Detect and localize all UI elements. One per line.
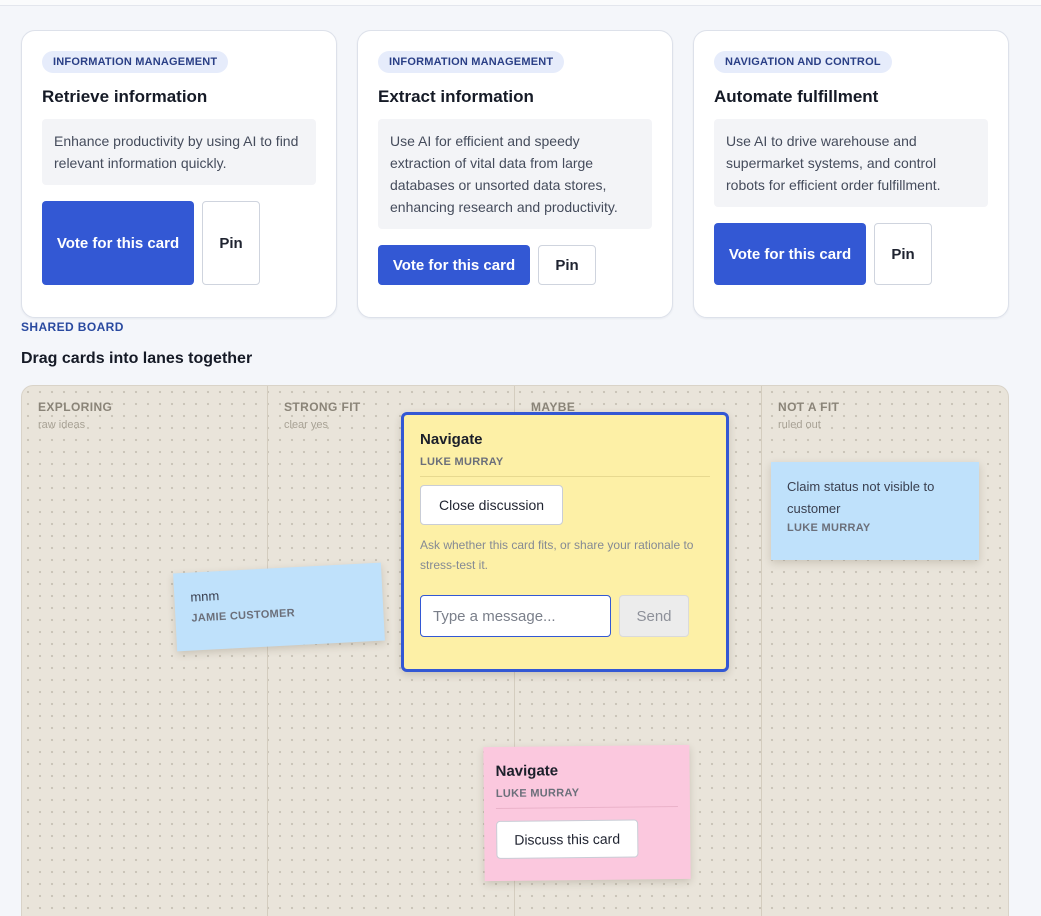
sticky-note-claim-status[interactable]: Claim status not visible to customer LUK… [771,462,979,560]
card-title: Extract information [378,87,534,106]
idea-card: NAVIGATION AND CONTROL Automate fulfillm… [693,30,1009,318]
top-strip [0,0,1041,6]
card-description: Enhance productivity by using AI to find… [42,119,316,185]
sticky-note-navigate[interactable]: Navigate LUKE MURRAY Discuss this card [483,744,691,882]
card-actions: Vote for this card Pin [378,245,652,285]
sticky-author: LUKE MURRAY [495,786,678,809]
lane-subtitle: ruled out [778,419,821,431]
sticky-author: LUKE MURRAY [420,456,710,477]
pin-button[interactable]: Pin [538,245,596,285]
vote-button[interactable]: Vote for this card [714,223,866,285]
close-discussion-button[interactable]: Close discussion [420,485,564,525]
sticky-author: LUKE MURRAY [787,522,871,534]
message-row: Send [420,595,710,637]
category-tag: NAVIGATION AND CONTROL [714,51,892,73]
send-button[interactable]: Send [619,595,689,637]
sticky-title: Navigate [495,762,559,780]
category-tag: INFORMATION MANAGEMENT [42,51,229,73]
sticky-note-mnm[interactable]: mnm JAMIE CUSTOMER [173,562,385,652]
sticky-title: Navigate [420,431,483,448]
card-description: Use AI to drive warehouse and supermarke… [714,119,988,207]
card-title: Retrieve information [42,87,208,106]
lane-name: NOT A FIT [778,400,840,414]
category-tag: INFORMATION MANAGEMENT [378,51,565,73]
card-title: Automate fulfillment [714,87,879,106]
vote-button[interactable]: Vote for this card [42,201,194,285]
idea-cards-row: INFORMATION MANAGEMENT Retrieve informat… [21,30,1011,320]
discuss-card-button[interactable]: Discuss this card [496,819,639,859]
board-eyebrow: SHARED BOARD [21,320,124,334]
idea-card: INFORMATION MANAGEMENT Retrieve informat… [21,30,337,318]
board-title: Drag cards into lanes together [21,350,253,367]
card-description: Use AI for efficient and speedy extracti… [378,119,652,229]
pin-button[interactable]: Pin [202,201,260,285]
idea-card: INFORMATION MANAGEMENT Extract informati… [357,30,673,318]
lane-subtitle: raw ideas [38,419,86,431]
vote-button[interactable]: Vote for this card [378,245,530,285]
card-actions: Vote for this card Pin [42,201,316,285]
message-input[interactable] [420,595,611,637]
pin-button[interactable]: Pin [874,223,932,285]
lane-exploring[interactable]: EXPLORING raw ideas [22,386,268,916]
lane-name: EXPLORING [38,400,113,414]
sticky-text: Claim status not visible to customer [787,479,935,516]
sticky-note-navigate-open[interactable]: Navigate LUKE MURRAY Close discussion As… [401,412,729,672]
discussion-hint: Ask whether this card fits, or share you… [420,538,694,572]
card-actions: Vote for this card Pin [714,223,988,285]
